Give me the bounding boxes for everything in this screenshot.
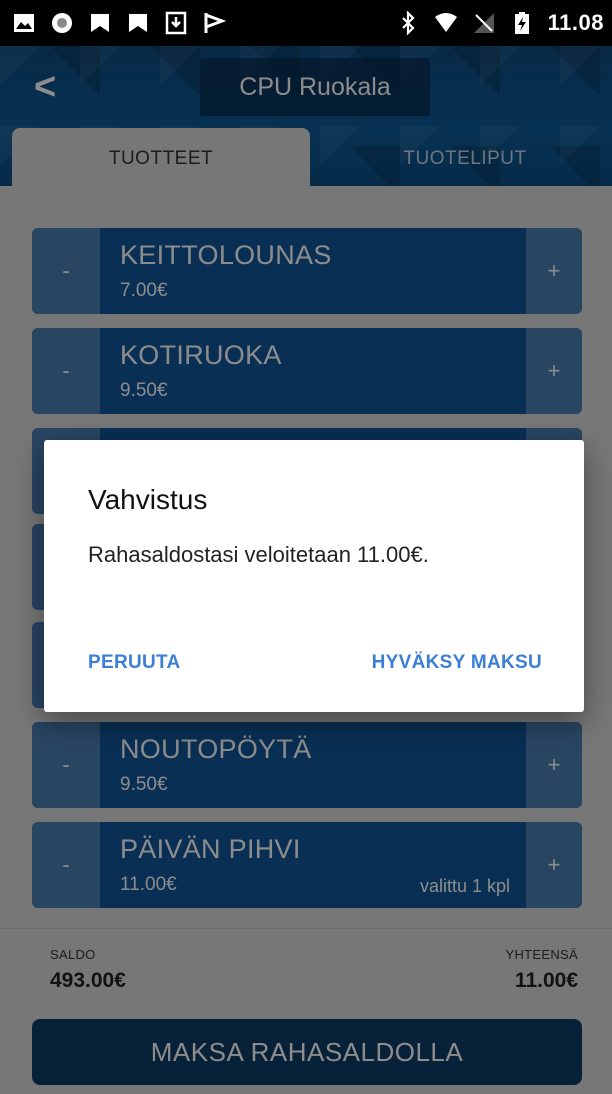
flag-icon (204, 13, 226, 33)
record-icon (52, 13, 72, 33)
wifi-icon (434, 13, 457, 32)
no-signal-icon (473, 13, 494, 33)
battery-charging-icon (514, 12, 529, 34)
status-time: 11.08 (547, 10, 604, 35)
confirmation-dialog: Vahvistus Rahasaldostasi veloitetaan 11.… (44, 440, 584, 712)
status-bar-left (12, 11, 226, 35)
accept-payment-button[interactable]: HYVÄKSY MAKSU (372, 652, 542, 674)
bluetooth-icon (401, 11, 415, 35)
bookmark-icon (129, 14, 147, 32)
status-bar: 11.08 (0, 0, 612, 46)
cancel-button[interactable]: PERUUTA (88, 652, 181, 674)
image-icon (14, 14, 34, 32)
download-icon (165, 11, 187, 35)
dialog-title: Vahvistus (88, 484, 208, 515)
status-bar-right: 11.08 (396, 10, 604, 36)
bookmark-icon (91, 14, 109, 32)
dialog-message: Rahasaldostasi veloitetaan 11.00€. (88, 542, 429, 567)
